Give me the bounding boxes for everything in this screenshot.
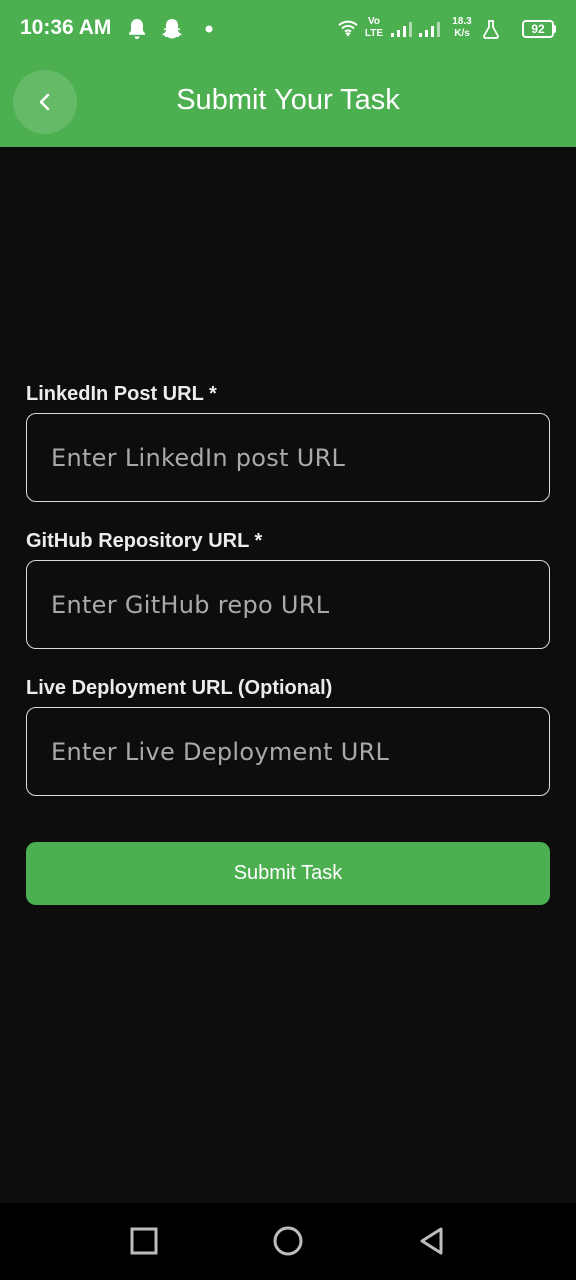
- volte-indicator: Vo LTE: [362, 17, 386, 39]
- live-url-label: Live Deployment URL (Optional): [26, 677, 333, 699]
- battery-indicator: 92: [522, 20, 554, 38]
- submit-task-button[interactable]: Submit Task: [26, 842, 550, 905]
- volte-bottom-text: LTE: [364, 28, 384, 39]
- circle-home-icon[interactable]: [270, 1223, 306, 1259]
- system-status-icons: Vo LTE 18.3 K/s 92: [336, 14, 556, 44]
- wifi-icon: [338, 20, 358, 37]
- status-bar: 10:36 AM Vo LTE 18.3 K/s 92: [0, 0, 576, 60]
- bell-icon: [129, 19, 145, 39]
- github-url-label: GitHub Repository URL *: [26, 530, 263, 552]
- status-time: 10:36 AM: [20, 16, 112, 39]
- snapchat-icon: [162, 19, 182, 39]
- github-url-input[interactable]: [26, 560, 550, 649]
- signal-strength-icon: [391, 22, 412, 37]
- flask-icon: [483, 20, 499, 39]
- linkedin-url-input[interactable]: [26, 413, 550, 502]
- network-speed-unit: K/s: [454, 28, 470, 39]
- network-speed-value: 18.3: [452, 16, 472, 27]
- header: 10:36 AM Vo LTE 18.3 K/s 92 Submit Your …: [0, 0, 576, 147]
- square-recents-icon[interactable]: [126, 1223, 162, 1259]
- triangle-back-icon[interactable]: [414, 1223, 450, 1259]
- more-notifications-dot-icon: [205, 25, 213, 33]
- live-url-input[interactable]: [26, 707, 550, 796]
- signal-strength-sim2-icon: [419, 22, 440, 37]
- page-title: Submit Your Task: [176, 84, 400, 116]
- system-nav-bar: [0, 1203, 576, 1280]
- app-bar: Submit Your Task: [0, 60, 576, 147]
- network-speed: 18.3 K/s: [448, 17, 476, 39]
- volte-top-text: Vo: [367, 16, 381, 27]
- linkedin-url-label: LinkedIn Post URL *: [26, 383, 217, 405]
